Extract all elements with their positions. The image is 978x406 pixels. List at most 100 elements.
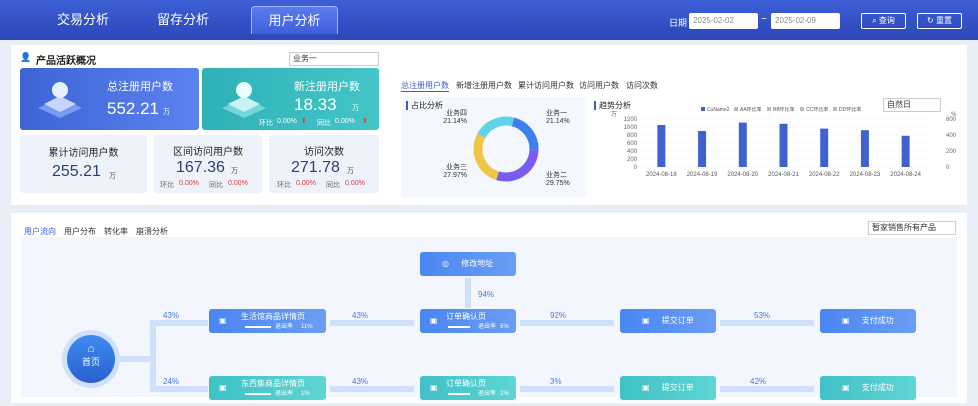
row2-detail-node[interactable]: ▣ 东西集商品详情页 退出率 1% [209,376,326,400]
y-tick-label: 800 [627,133,638,139]
business-select[interactable]: 业务一 [289,52,379,66]
date-range-separator: ~ [761,14,767,25]
x-tick-label: 2024-08-24 [890,172,921,178]
pie-label: 业务四 [446,108,467,117]
new-registered-card: 新注册用户数 18.33 万 环比 0.00% ⬇ 同比 0.00% ⬇ [202,68,379,130]
new-registered-value: 18.33 [294,95,337,114]
payment-icon: ▣ [842,316,850,325]
row2-pay-node[interactable]: ▣ 支付成功 [820,376,916,400]
row1-submit-node[interactable]: ▣ 提交订单 [620,309,716,333]
tb-value: 0.00% [345,180,365,187]
row2-p1: 43% [352,377,369,386]
visits-value: 271.78 [291,159,340,176]
bar [698,131,707,167]
x-tick-label: 2024-08-23 [850,172,881,178]
date-label: 日期 [669,18,688,28]
flow-arrow [330,386,414,392]
row1-detail-node[interactable]: ▣ 生活馆商品详情页 退出率 11% [209,309,326,333]
legend-swatch [800,107,804,111]
legend-swatch [734,107,738,111]
tab-transaction[interactable]: 交易分析 [48,6,118,34]
range-visits-unit: 万 [231,168,238,175]
row2-p3: 42% [750,377,767,386]
overview-panel: 👤 产品活跃概况 业务一 总注册用户数 552.21 万 新注册用户数 18.3… [11,45,967,205]
pie-slice [473,133,500,180]
bar [779,123,788,167]
y2-tick-label: 200 [946,149,957,155]
location-icon: ◎ [442,259,449,268]
flow-arrow [520,386,614,392]
y-tick-label: 400 [627,149,638,155]
tb-label: 同比 [209,182,223,189]
tab-crash-analysis[interactable]: 崩溃分析 [136,226,168,237]
down-arrow-icon: ⬇ [301,118,307,125]
hb-label: 环比 [160,182,174,189]
visits-card: 访问次数 271.78 万 环比 0.00% 同比 0.00% [269,135,379,193]
bar [901,135,910,167]
range-visits-title: 区间访问用户数 [173,147,243,158]
order-icon: ▣ [430,316,438,325]
start-date-input[interactable]: 2025-02-02 [689,13,758,29]
x-tick-label: 2024-08-20 [727,172,758,178]
search-icon: ⌕ [872,16,877,25]
y2-tick-label: 0 [946,165,950,171]
pie-label: 业务一 [546,108,567,117]
user-icon: 👤 [20,52,32,62]
y-tick-label: 600 [627,141,638,147]
row2-confirm-node[interactable]: ▣ 订单确认页 退出率 1% [420,376,516,400]
refresh-icon: ↻ [927,16,934,25]
home-node[interactable]: ⌂ 首页 [67,335,115,383]
bar [860,130,869,167]
hb-label: 环比 [259,120,273,127]
x-tick-label: 2024-08-18 [646,172,677,178]
legend-swatch [767,107,771,111]
pie-value-label: 21.14% [443,118,467,125]
row1-up-pct: 94% [478,290,495,299]
cumulative-value: 255.21 [52,163,101,180]
product-select[interactable]: 暂家销售所有产品 [868,221,956,235]
pie-slice [477,116,515,139]
tab-user[interactable]: 用户分析 [251,6,338,34]
row2-in-pct: 24% [163,377,180,386]
trend-bar-chart: CuName2 AA环比率 BB环比率 CC环比率 DD环比率万 %12001000800… [611,107,957,178]
reset-button[interactable]: ↻ 重置 [917,13,962,29]
legend-entry: AA环比率 [740,107,762,113]
tab-retention[interactable]: 留存分析 [148,6,218,34]
hb-label: 环比 [277,182,291,189]
visits-title: 访问次数 [304,147,344,158]
tb-value: 0.00% [228,180,248,187]
order-icon: ▣ [430,383,438,392]
legend-entry: CuName2 [707,107,730,113]
row1-confirm-node[interactable]: ▣ 订单确认页 退出率 5% [420,309,516,333]
y-tick-label: 1200 [624,117,638,123]
subtab-visits[interactable]: 访问次数 [626,80,658,91]
overview-title: 产品活跃概况 [36,56,96,67]
tb-label: 同比 [317,120,331,127]
modify-address-node[interactable]: ◎ 修改地址 [420,252,516,276]
shop-icon: ▣ [219,383,227,392]
pie-label: 业务三 [446,162,467,171]
y2-tick-label: 600 [946,117,957,123]
hb-value: 0.00% [277,118,297,125]
row1-p3: 53% [754,311,771,320]
row2-submit-node[interactable]: ▣ 提交订单 [620,376,716,400]
tab-conversion[interactable]: 转化率 [104,226,128,237]
subtab-cumulative[interactable]: 累计访问用户数 [518,80,574,91]
x-tick-label: 2024-08-19 [687,172,718,178]
user-platform-icon [222,82,266,118]
payment-icon: ▣ [842,383,850,392]
subtab-registered[interactable]: 总注册用户数 [401,80,449,92]
registered-value: 552.21 [107,99,159,118]
flow-arrow [720,386,814,392]
legend-swatch [833,107,837,111]
tab-user-distribution[interactable]: 用户分布 [64,226,96,237]
row1-pay-node[interactable]: ▣ 支付成功 [820,309,916,333]
range-visits-value: 167.36 [176,159,225,176]
subtab-new-registered[interactable]: 新增注册用户数 [456,80,512,91]
subtab-visit-users[interactable]: 访问用户数 [579,80,619,91]
y-tick-label: 0 [634,165,638,171]
query-button[interactable]: ⌕ 查询 [861,13,906,29]
end-date-input[interactable]: 2025-02-09 [771,13,840,29]
y-tick-label: 1000 [624,125,638,131]
pie-value-label: 29.75% [546,180,570,187]
